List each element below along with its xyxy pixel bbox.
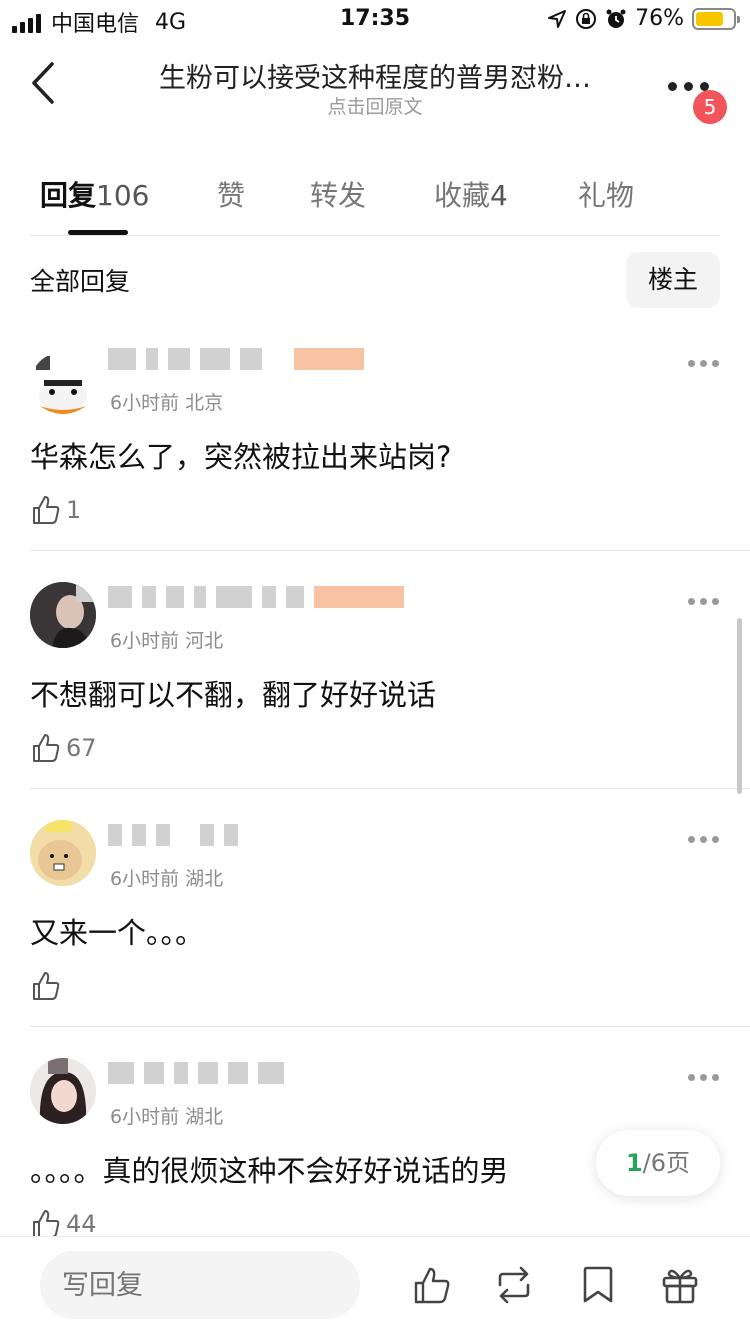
cat-avatar-icon (36, 356, 87, 414)
page-title[interactable]: 生粉可以接受这种程度的普男怼粉… (100, 56, 650, 95)
cartoon-avatar-icon (30, 820, 96, 886)
tab-favorites[interactable]: 收藏4 (434, 174, 508, 214)
comment-more-icon[interactable] (688, 1074, 720, 1084)
notification-badge: 5 (693, 90, 727, 124)
divider (30, 1026, 750, 1027)
status-bar: 中国电信 4G 17:35 76% (0, 0, 750, 40)
like-count: 1 (66, 496, 82, 524)
like-count: 44 (66, 1210, 97, 1236)
active-tab-indicator (68, 230, 128, 235)
username-redacted[interactable] (108, 1062, 284, 1086)
thumbs-up-icon (33, 1210, 60, 1236)
comment-text: 又来一个。。。 (30, 916, 205, 950)
status-right: 76% (547, 6, 740, 31)
tab-replies-label: 回复 (40, 179, 97, 212)
tab-reposts[interactable]: 转发 (310, 174, 366, 214)
location-icon (548, 9, 567, 28)
page-indicator[interactable]: 1/6页 (596, 1130, 720, 1196)
comment-text: 不想翻可以不翻，翻了好好说话 (30, 678, 437, 712)
comment-meta: 6小时前 河北 (110, 630, 224, 652)
tab-replies-count: 106 (96, 179, 150, 212)
gift-icon[interactable] (660, 1265, 700, 1305)
thumbs-up-icon (33, 734, 60, 762)
avatar[interactable] (30, 352, 96, 418)
nav-bar: 生粉可以接受这种程度的普男怼粉… 点击回原文 5 (0, 40, 750, 128)
comment-item: 6小时前 河北 不想翻可以不翻，翻了好好说话 67 (30, 582, 750, 782)
divider (30, 788, 750, 789)
section-title: 全部回复 (30, 267, 131, 296)
like-button[interactable] (30, 970, 66, 1002)
battery-icon (692, 7, 740, 30)
comment-meta: 6小时前 湖北 (110, 868, 224, 890)
tab-likes-label: 赞 (217, 179, 246, 212)
comment-meta: 6小时前 湖北 (110, 1106, 224, 1128)
back-icon[interactable] (24, 58, 68, 108)
like-button[interactable]: 67 (30, 732, 97, 764)
avatar[interactable] (30, 582, 96, 648)
tab-bar: 回复106 赞 转发 收藏4 礼物 (30, 168, 720, 236)
tab-reposts-label: 转发 (310, 179, 367, 212)
op-only-button[interactable]: 楼主 (626, 252, 720, 308)
avatar[interactable] (30, 820, 96, 886)
comment-more-icon[interactable] (688, 836, 720, 846)
tab-gifts-label: 礼物 (578, 179, 635, 212)
thumbs-up-icon (33, 972, 60, 1000)
bottom-toolbar (0, 1236, 750, 1334)
comment-item: 6小时前 北京 华森怎么了，突然被拉出来站岗? 1 (30, 344, 750, 544)
bookmark-icon[interactable] (578, 1265, 618, 1305)
tab-favorites-count: 4 (490, 179, 508, 212)
username-redacted[interactable] (108, 824, 238, 848)
tab-likes[interactable]: 赞 (217, 174, 245, 214)
comment-item: 6小时前 湖北 又来一个。。。 (30, 820, 750, 1020)
like-button[interactable]: 1 (30, 494, 81, 526)
tab-replies[interactable]: 回复106 (40, 174, 149, 214)
battery-percent: 76% (635, 6, 684, 31)
reply-input[interactable] (40, 1251, 360, 1319)
alarm-icon (606, 9, 626, 28)
tab-favorites-label: 收藏 (434, 179, 491, 212)
repost-icon[interactable] (494, 1265, 534, 1305)
comment-text: 。。。。真的很烦这种不会好好说话的男 (30, 1154, 509, 1188)
thumbs-up-icon (33, 496, 60, 524)
divider (30, 550, 750, 551)
battery-fill (696, 11, 724, 26)
comment-more-icon[interactable] (688, 598, 720, 608)
like-button[interactable]: 44 (30, 1208, 97, 1236)
avatar[interactable] (30, 1058, 96, 1124)
scrollbar[interactable] (737, 618, 742, 794)
tab-gifts[interactable]: 礼物 (578, 174, 634, 214)
like-count: 67 (66, 734, 97, 762)
username-redacted[interactable] (108, 586, 404, 610)
current-page: 1 (625, 1149, 643, 1177)
rotation-lock-icon (576, 8, 597, 29)
total-pages: /6页 (642, 1149, 691, 1177)
username-redacted[interactable] (108, 348, 364, 372)
portrait-avatar-icon (30, 1058, 96, 1124)
comment-text: 华森怎么了，突然被拉出来站岗? (30, 440, 452, 474)
back-to-original-link[interactable]: 点击回原文 (100, 92, 650, 119)
comment-meta: 6小时前 北京 (110, 392, 224, 414)
portrait-avatar-icon (30, 582, 96, 648)
comment-more-icon[interactable] (688, 360, 720, 370)
thumbs-up-icon[interactable] (412, 1265, 452, 1305)
